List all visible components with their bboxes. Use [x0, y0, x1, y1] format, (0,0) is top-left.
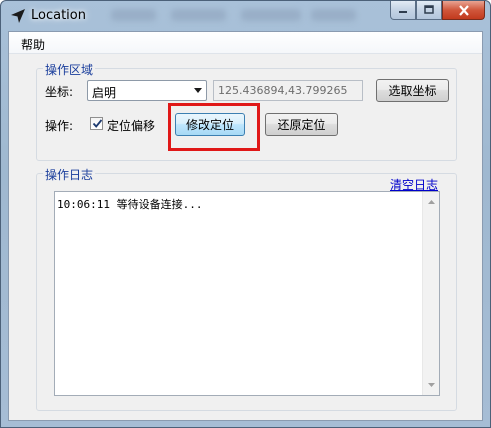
menu-bar: 帮助: [9, 32, 482, 54]
ops-label: 操作:: [45, 119, 74, 133]
blurred-title-segment: [171, 9, 226, 21]
maximize-icon: [424, 5, 434, 14]
checkmark-icon: [92, 119, 103, 128]
title-bar[interactable]: Location: [1, 1, 490, 31]
coord-value-field[interactable]: 125.436894,43.799265: [213, 80, 363, 101]
window-title: Location: [31, 8, 86, 23]
log-scrollbar[interactable]: [422, 192, 439, 395]
blurred-title-segment: [241, 9, 301, 21]
scroll-up-icon[interactable]: [423, 194, 439, 210]
log-textarea[interactable]: 10:06:11 等待设备连接...: [54, 191, 440, 396]
operation-area-title: 操作区域: [43, 61, 96, 78]
maximize-button[interactable]: [416, 1, 442, 20]
client-area: 帮助 操作区域 坐标: 启明 125.436894,43.799265 选取坐标…: [8, 31, 483, 421]
offset-checkbox[interactable]: [90, 117, 103, 130]
app-window: Location 帮助 操作区域 坐标: 启明 125.436894,43.79…: [0, 0, 491, 428]
menu-item-help[interactable]: 帮助: [21, 36, 45, 53]
restore-location-button[interactable]: 还原定位: [265, 113, 338, 136]
navigation-arrow-icon: [9, 7, 27, 25]
blurred-title-segment: [311, 9, 356, 21]
pick-coord-button[interactable]: 选取坐标: [376, 79, 449, 102]
coord-source-dropdown[interactable]: 启明: [87, 80, 207, 101]
coord-label: 坐标:: [45, 85, 74, 99]
minimize-button[interactable]: [390, 1, 416, 20]
scroll-down-icon[interactable]: [423, 377, 439, 393]
offset-checkbox-label[interactable]: 定位偏移: [107, 117, 155, 134]
log-line: 10:06:11 等待设备连接...: [57, 198, 203, 211]
close-button[interactable]: [442, 1, 485, 20]
minimize-icon: [399, 11, 407, 13]
coord-source-value: 启明: [92, 86, 117, 100]
caption-buttons: [390, 1, 485, 21]
log-title: 操作日志: [43, 166, 96, 183]
modify-location-button[interactable]: 修改定位: [175, 113, 245, 136]
close-icon: [458, 4, 469, 16]
chevron-down-icon[interactable]: [190, 81, 206, 100]
blurred-title-segment: [111, 9, 156, 21]
